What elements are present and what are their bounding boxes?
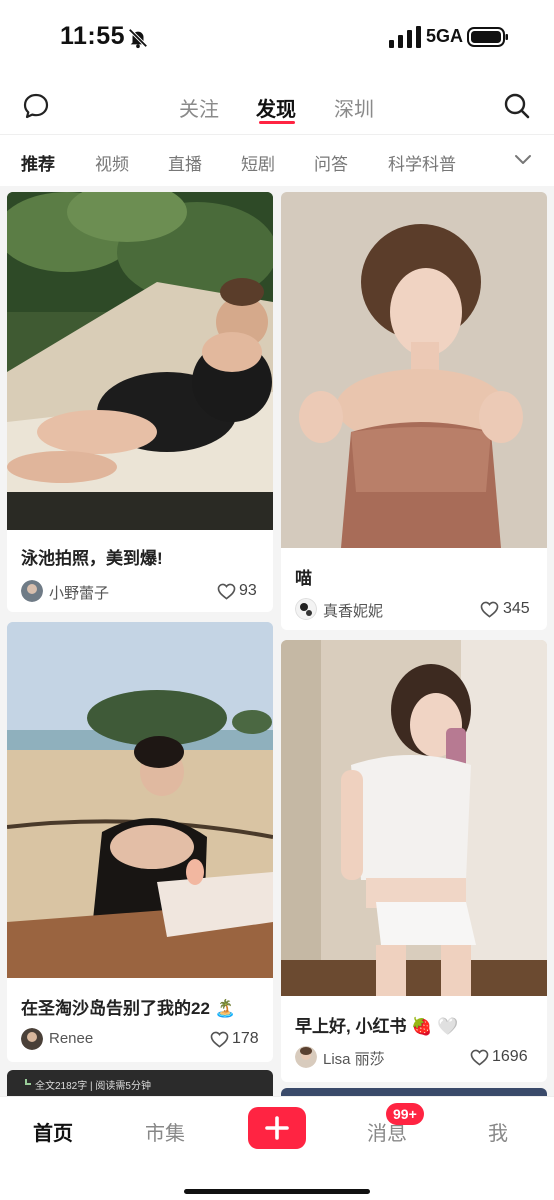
top-nav: 关注 发现 深圳 [0,76,554,134]
post-image[interactable] [281,640,547,996]
category-live[interactable]: 直播 [168,150,202,175]
heart-icon[interactable] [217,583,236,600]
post-title[interactable]: 在圣淘沙岛告别了我的22 🏝️ [21,994,236,1019]
like-count: 345 [503,600,530,617]
category-video[interactable]: 视频 [95,150,129,175]
search-icon[interactable] [503,92,531,120]
avatar[interactable] [21,1028,43,1050]
avatar[interactable] [295,1046,317,1068]
create-post-button[interactable] [248,1107,306,1149]
feed-card[interactable]: 早上好, 小红书 🍓 🤍 Lisa 丽莎 1696 [281,640,547,1082]
post-image[interactable] [281,192,547,548]
feed-card[interactable]: 在圣淘沙岛告别了我的22 🏝️ Renee 178 [7,622,273,1062]
plus-icon [265,1116,289,1140]
post-image[interactable] [7,622,273,978]
article-info: 全文2182字 | 阅读需5分钟 [35,1081,151,1092]
heart-icon[interactable] [210,1031,229,1048]
chevron-down-icon[interactable] [514,153,532,167]
home-indicator [184,1189,370,1194]
category-short-drama[interactable]: 短剧 [241,150,275,175]
like-count: 178 [232,1030,259,1047]
category-bar: 推荐 视频 直播 短剧 问答 科学科普 [0,134,554,186]
category-recommend[interactable]: 推荐 [21,150,55,175]
chat-icon[interactable] [22,92,50,120]
post-title[interactable]: 泳池拍照，美到爆! [21,544,163,569]
text-icon [25,1079,31,1085]
author-name[interactable]: 小野蕾子 [49,582,109,603]
category-qa[interactable]: 问答 [314,150,348,175]
avatar[interactable] [295,598,317,620]
active-tab-indicator [259,121,295,124]
like-count: 93 [239,582,257,599]
nav-me[interactable]: 我 [488,1117,508,1146]
status-time: 11:55 [60,22,126,50]
avatar[interactable] [21,580,43,602]
category-science[interactable]: 科学科普 [388,150,456,175]
tab-following[interactable]: 关注 [179,93,219,122]
status-bar: 11:55 5GA [0,0,554,76]
like-count: 1696 [492,1048,528,1065]
nav-home[interactable]: 首页 [33,1117,73,1146]
nav-market[interactable]: 市集 [145,1117,185,1146]
feed-card[interactable]: 泳池拍照，美到爆! 小野蕾子 93 [7,192,273,612]
post-title[interactable]: 早上好, 小红书 🍓 🤍 [295,1012,458,1037]
post-image[interactable] [7,192,273,530]
battery-icon [467,27,508,47]
author-name[interactable]: Lisa 丽莎 [323,1048,385,1069]
tab-discover[interactable]: 发现 [256,93,296,122]
author-name[interactable]: 真香妮妮 [323,600,383,621]
signal-icon [389,26,421,48]
unread-badge: 99+ [386,1103,424,1125]
feed-card[interactable]: 喵 真香妮妮 345 [281,192,547,630]
bell-mute-icon [128,28,148,49]
heart-icon[interactable] [480,601,499,618]
heart-icon[interactable] [470,1049,489,1066]
author-name[interactable]: Renee [49,1030,93,1047]
tab-local[interactable]: 深圳 [334,93,374,122]
network-type: 5GA [426,26,464,46]
post-title[interactable]: 喵 [295,564,312,589]
bottom-nav: 首页 市集 消息 99+ 我 [0,1096,554,1200]
